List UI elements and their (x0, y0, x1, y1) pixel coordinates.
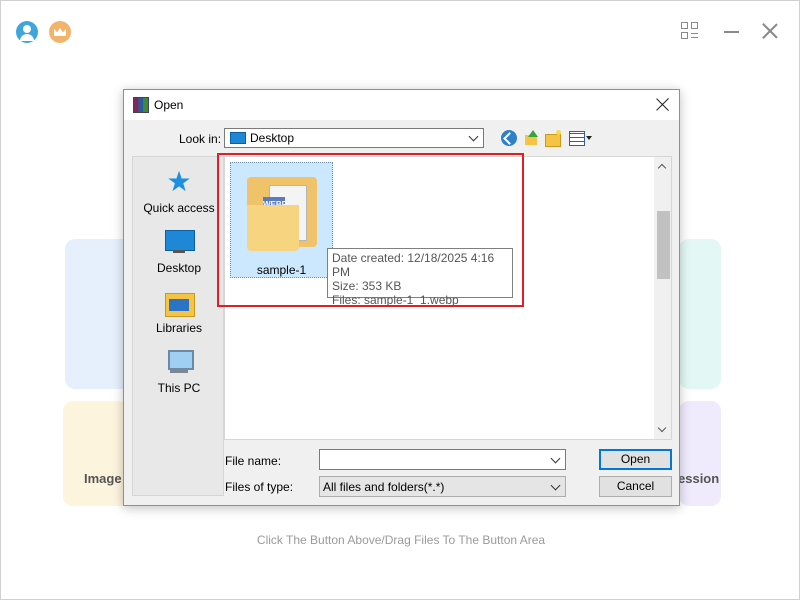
up-folder-icon[interactable] (523, 130, 539, 146)
minimize-icon[interactable] (723, 22, 741, 40)
layout-icon[interactable] (681, 22, 699, 40)
new-folder-icon[interactable] (545, 130, 561, 147)
chevron-down-icon[interactable] (550, 453, 561, 464)
desktop-icon (164, 227, 195, 257)
file-name-label: File name: (225, 454, 282, 468)
place-libraries[interactable]: Libraries (133, 287, 225, 335)
cancel-button[interactable]: Cancel (599, 476, 672, 497)
places-bar: ★ Quick access Desktop Libraries This PC (132, 156, 224, 496)
winrar-icon (133, 97, 149, 113)
dialog-titlebar[interactable]: Open (124, 90, 679, 120)
vertical-scrollbar[interactable] (654, 157, 671, 439)
libraries-icon (164, 287, 195, 317)
highlight-box (217, 153, 524, 307)
image-card-label: Image (84, 471, 122, 486)
open-dialog: Open Look in: Desktop ★ Quick access Des… (123, 89, 680, 506)
look-in-value: Desktop (250, 131, 295, 145)
files-of-type-label: Files of type: (225, 480, 294, 494)
drop-hint: Click The Button Above/Drag Files To The… (256, 533, 546, 547)
compression-card[interactable] (679, 401, 721, 506)
bg-card-teal (679, 239, 721, 389)
place-label: Quick access (143, 201, 215, 215)
image-card[interactable] (63, 401, 129, 506)
place-this-pc[interactable]: This PC (133, 347, 225, 395)
place-quick-access[interactable]: ★ Quick access (133, 166, 225, 216)
view-menu-icon[interactable] (569, 130, 593, 146)
crown-icon[interactable] (49, 21, 71, 43)
scroll-down-icon[interactable] (657, 423, 667, 433)
compression-card-label: ession (678, 471, 720, 486)
files-of-type-select[interactable]: All files and folders(*.*) (319, 476, 566, 497)
place-label: Desktop (156, 261, 202, 275)
scroll-up-icon[interactable] (657, 163, 667, 173)
chevron-down-icon (550, 480, 561, 491)
computer-icon (164, 347, 194, 377)
desktop-folder-icon (230, 132, 246, 144)
files-of-type-value: All files and folders(*.*) (323, 480, 445, 494)
open-button[interactable]: Open (599, 449, 672, 470)
account-icon[interactable] (16, 21, 38, 43)
file-name-combobox[interactable] (319, 449, 566, 470)
look-in-label: Look in: (179, 132, 222, 146)
scroll-thumb[interactable] (657, 211, 670, 279)
chevron-down-icon (468, 131, 479, 142)
dialog-close-icon[interactable] (654, 96, 672, 114)
place-label: This PC (157, 381, 201, 395)
star-icon: ★ (166, 166, 192, 197)
back-icon[interactable] (501, 130, 517, 146)
place-label: Libraries (155, 321, 203, 335)
close-icon[interactable] (761, 22, 779, 40)
dialog-title: Open (154, 98, 184, 112)
file-name-input[interactable] (320, 450, 540, 469)
place-desktop[interactable]: Desktop (133, 227, 225, 275)
look-in-dropdown[interactable]: Desktop (224, 128, 484, 148)
